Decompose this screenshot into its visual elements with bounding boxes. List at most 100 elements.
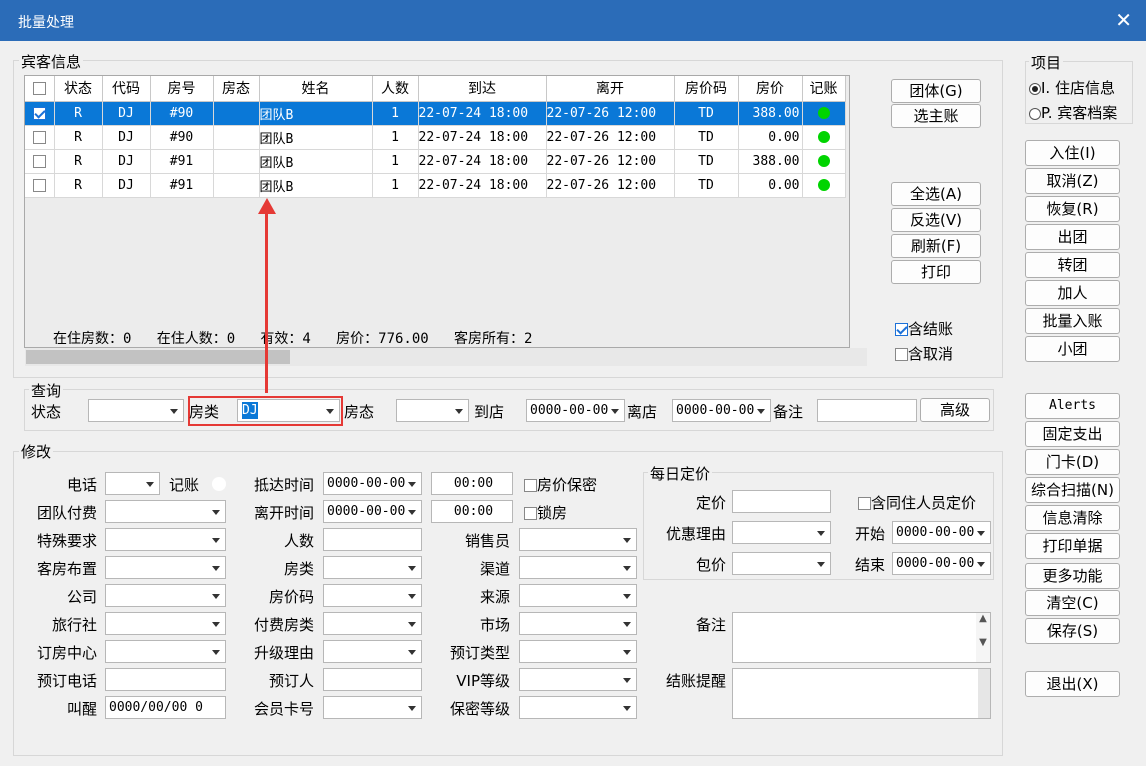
refresh-button[interactable]: 刷新(F)	[891, 234, 981, 258]
invert-button[interactable]: 反选(V)	[891, 208, 981, 232]
arrive-date-input[interactable]: 0000-00-00	[323, 472, 422, 495]
project-option-guest-profile[interactable]: P. 宾客档案	[1029, 102, 1117, 123]
print-button[interactable]: 打印	[891, 260, 981, 284]
select-all-button[interactable]: 全选(A)	[891, 182, 981, 206]
channel-select[interactable]	[519, 556, 637, 579]
query-room-state-select[interactable]	[396, 399, 469, 422]
row-checkbox[interactable]	[32, 130, 46, 144]
company-select[interactable]	[105, 584, 226, 607]
side-button[interactable]: 取消(Z)	[1025, 168, 1120, 194]
row-checkbox-cell[interactable]	[25, 101, 55, 126]
phone-select[interactable]	[105, 472, 160, 495]
persons-input[interactable]	[323, 528, 422, 551]
close-icon[interactable]: ✕	[1115, 8, 1132, 32]
group-button[interactable]: 团体(G)	[891, 79, 981, 103]
col-header[interactable]: 状态	[54, 76, 103, 102]
vip-select[interactable]	[519, 668, 637, 691]
scrollbar-thumb[interactable]	[26, 350, 290, 364]
col-header[interactable]: 记账	[802, 76, 846, 102]
depart-clock-input[interactable]: 00:00	[431, 500, 513, 523]
side-button[interactable]: 信息清除	[1025, 505, 1120, 531]
col-header[interactable]: 离开	[546, 76, 675, 102]
exit-button[interactable]: 退出(X)	[1025, 671, 1120, 697]
radio-icon[interactable]	[1029, 107, 1041, 120]
lock-room-checkbox[interactable]	[524, 507, 537, 520]
start-date-input[interactable]: 0000-00-00	[892, 521, 991, 544]
agency-select[interactable]	[105, 612, 226, 635]
col-header[interactable]: 房价	[738, 76, 803, 102]
query-depart-date[interactable]: 0000-00-00	[672, 399, 771, 422]
advanced-button[interactable]: 高级	[920, 398, 990, 422]
end-date-input[interactable]: 0000-00-00	[892, 552, 991, 575]
depart-date-input[interactable]: 0000-00-00	[323, 500, 422, 523]
side-button[interactable]: 入住(I)	[1025, 140, 1120, 166]
wakeup-input[interactable]: 0000/00/00 0	[105, 696, 226, 719]
col-header[interactable]: 房号	[150, 76, 214, 102]
table-row[interactable]: R DJ #91 团队B 1 22-07-24 18:00 22-07-26 12:00 TD…	[25, 149, 846, 174]
discount-reason-select[interactable]	[732, 521, 831, 544]
market-select[interactable]	[519, 612, 637, 635]
lock-room[interactable]: 锁房	[524, 502, 567, 523]
booking-type-select[interactable]	[519, 640, 637, 663]
room-layout-select[interactable]	[105, 556, 226, 579]
side-button[interactable]: 清空(C)	[1025, 590, 1120, 616]
col-header[interactable]: 人数	[372, 76, 419, 102]
remark-textarea[interactable]: ▲ ▼	[732, 612, 991, 663]
include-cohabitants[interactable]: 含同住人员定价	[858, 492, 976, 513]
package-select[interactable]	[732, 552, 831, 575]
price-input[interactable]	[732, 490, 831, 513]
col-header[interactable]: 姓名	[259, 76, 373, 102]
col-header[interactable]: 到达	[418, 76, 547, 102]
query-arrive-date[interactable]: 0000-00-00	[526, 399, 625, 422]
special-request-select[interactable]	[105, 528, 226, 551]
row-checkbox-cell[interactable]	[25, 125, 55, 150]
header-select-all[interactable]	[25, 76, 55, 102]
include-cancelled-checkbox[interactable]	[895, 348, 908, 361]
arrive-clock-input[interactable]: 00:00	[431, 472, 513, 495]
col-header[interactable]: 代码	[102, 76, 151, 102]
table-row[interactable]: R DJ #90 团队B 1 22-07-24 18:00 22-07-26 12:00 TD…	[25, 101, 846, 126]
booking-phone-input[interactable]	[105, 668, 226, 691]
secret-rate-checkbox[interactable]	[524, 479, 537, 492]
side-button[interactable]: Alerts	[1025, 393, 1120, 419]
reminder-scrollbar[interactable]	[978, 669, 990, 718]
select-master-button[interactable]: 选主账	[891, 104, 981, 128]
rate-code-select[interactable]	[323, 584, 422, 607]
side-button[interactable]: 门卡(D)	[1025, 449, 1120, 475]
room-type-select[interactable]	[323, 556, 422, 579]
side-button[interactable]: 更多功能	[1025, 563, 1120, 589]
side-button[interactable]: 打印单据	[1025, 533, 1120, 559]
query-status-select[interactable]	[88, 399, 184, 422]
row-checkbox[interactable]	[32, 178, 46, 192]
table-row[interactable]: R DJ #90 团队B 1 22-07-24 18:00 22-07-26 12:00 TD…	[25, 125, 846, 150]
side-button[interactable]: 恢复(R)	[1025, 196, 1120, 222]
row-checkbox-cell[interactable]	[25, 149, 55, 174]
table-row[interactable]: R DJ #91 团队B 1 22-07-24 18:00 22-07-26 12:00 TD…	[25, 173, 846, 198]
booking-center-select[interactable]	[105, 640, 226, 663]
secret-rate[interactable]: 房价保密	[524, 474, 597, 495]
side-button[interactable]: 出团	[1025, 224, 1120, 250]
side-button[interactable]: 批量入账	[1025, 308, 1120, 334]
remark-scrollbar[interactable]: ▲ ▼	[976, 613, 990, 662]
row-checkbox[interactable]	[32, 106, 46, 120]
team-payment-select[interactable]	[105, 500, 226, 523]
side-button[interactable]: 固定支出	[1025, 421, 1120, 447]
query-room-type-select[interactable]: DJ	[237, 399, 340, 422]
col-header[interactable]: 房价码	[674, 76, 739, 102]
include-settled[interactable]: 含结账	[895, 318, 953, 339]
include-cancelled[interactable]: 含取消	[895, 343, 953, 364]
member-card-select[interactable]	[323, 696, 422, 719]
side-button[interactable]: 保存(S)	[1025, 618, 1120, 644]
source-select[interactable]	[519, 584, 637, 607]
row-checkbox[interactable]	[32, 154, 46, 168]
row-checkbox-cell[interactable]	[25, 173, 55, 198]
project-option-guest-info[interactable]: I. 住店信息	[1029, 77, 1115, 98]
include-settled-checkbox[interactable]	[895, 323, 908, 336]
select-all-checkbox[interactable]	[32, 81, 46, 95]
side-button[interactable]: 小团	[1025, 336, 1120, 362]
sales-select[interactable]	[519, 528, 637, 551]
side-button[interactable]: 转团	[1025, 252, 1120, 278]
side-button[interactable]: 综合扫描(N)	[1025, 477, 1120, 503]
upgrade-select[interactable]	[323, 640, 422, 663]
radio-selected-icon[interactable]	[1029, 82, 1041, 95]
